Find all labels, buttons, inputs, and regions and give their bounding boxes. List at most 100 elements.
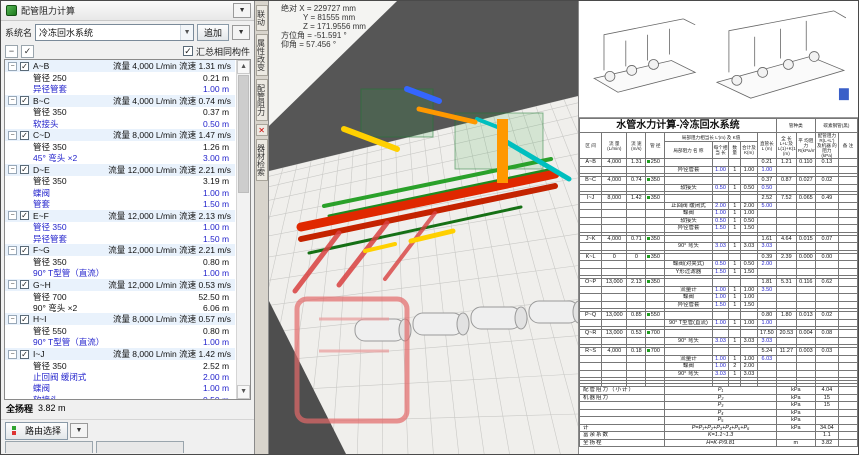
- fitting-name: Y形过滤器: [665, 268, 712, 276]
- system-select[interactable]: 冷冻回水系统 ▼: [35, 24, 194, 41]
- segment-checkbox[interactable]: ✓: [20, 350, 29, 359]
- segment-component-row[interactable]: 45° 弯头 ×23.00 m: [5, 152, 235, 163]
- collapse-icon[interactable]: −: [8, 165, 17, 174]
- collapse-icon[interactable]: −: [8, 246, 17, 255]
- summary-value: 34.04: [815, 424, 838, 432]
- segment-component-row[interactable]: 管径 3503.19 m: [5, 176, 235, 187]
- fittings-total: [757, 301, 776, 309]
- scroll-up-icon[interactable]: ▲: [237, 60, 250, 74]
- scrollbar-thumb[interactable]: [238, 75, 249, 193]
- table-cell: [838, 363, 857, 371]
- fitting-name: 蝶阀: [665, 210, 712, 218]
- segment-checkbox[interactable]: ✓: [20, 96, 29, 105]
- table-cell: [602, 301, 627, 309]
- chevron-down-icon[interactable]: ▼: [180, 25, 193, 40]
- table-cell: [776, 202, 796, 210]
- segment-checkbox[interactable]: ✓: [20, 315, 29, 324]
- segment-header[interactable]: −✓I~J流量 8,000 L/min 流速 1.42 m/s: [5, 348, 235, 360]
- component-label: 管径 350: [33, 256, 67, 268]
- list-scrollbar[interactable]: ▲ ▼: [236, 60, 250, 399]
- segment-component-row[interactable]: 蝶阀1.00 m: [5, 383, 235, 394]
- fitting-qty: 1: [729, 217, 741, 225]
- segment-component-row[interactable]: 管径 70052.50 m: [5, 291, 235, 302]
- segment-header[interactable]: −✓H~I流量 8,000 L/min 流速 0.57 m/s: [5, 313, 235, 325]
- segment-component-row[interactable]: 蝶阀1.00 m: [5, 187, 235, 198]
- segment-checkbox[interactable]: ✓: [20, 211, 29, 220]
- fitting-unit-length: 0.50: [712, 261, 729, 269]
- segment-component-row[interactable]: 管径 3502.52 m: [5, 360, 235, 371]
- segment-component-row[interactable]: 异径管套1.50 m: [5, 233, 235, 244]
- table-cell: [815, 166, 838, 174]
- side-tab-1[interactable]: 联动: [256, 5, 268, 31]
- table-cell: [665, 235, 712, 243]
- collapse-icon[interactable]: −: [8, 280, 17, 289]
- segment-header[interactable]: −✓A~B流量 4,000 L/min 流速 1.31 m/s: [5, 60, 235, 72]
- cell-speed: 0.53: [627, 330, 646, 338]
- segment-component-row[interactable]: 管径 2500.21 m: [5, 72, 235, 83]
- clipped-button[interactable]: [96, 441, 184, 453]
- table-cell: [741, 159, 758, 167]
- segment-header[interactable]: −✓G~H流量 12,000 L/min 流速 0.53 m/s: [5, 279, 235, 291]
- segment-list[interactable]: −✓A~B流量 4,000 L/min 流速 1.31 m/s管径 2500.2…: [4, 59, 251, 400]
- segment-checkbox[interactable]: ✓: [20, 246, 29, 255]
- segment-component-row[interactable]: 管径 3500.37 m: [5, 107, 235, 118]
- 3d-view[interactable]: 绝对 X = 229727 mm Y = 81555 mm Z = 171.95…: [269, 1, 578, 454]
- summary-value: 3.82: [815, 439, 838, 447]
- add-button[interactable]: 追加: [197, 24, 229, 41]
- add-dropdown-button[interactable]: ▼: [232, 25, 250, 40]
- panel-menu-button[interactable]: ▼: [233, 3, 251, 18]
- table-cell: [602, 319, 627, 327]
- segment-component-row[interactable]: 软接头0.50 m: [5, 394, 235, 400]
- check-all-button[interactable]: ✓: [21, 45, 34, 58]
- total-head-value: 3.82 m: [38, 403, 66, 413]
- side-tab-4[interactable]: 器材检索: [256, 139, 268, 181]
- table-cell: [776, 337, 796, 345]
- segment-checkbox[interactable]: ✓: [20, 62, 29, 71]
- segment-component-row[interactable]: 管套1.50 m: [5, 198, 235, 209]
- side-tab-3[interactable]: 配管阻力: [256, 79, 268, 121]
- collapse-icon[interactable]: −: [8, 350, 17, 359]
- segment-header[interactable]: −✓B~C流量 4,000 L/min 流速 0.74 m/s: [5, 95, 235, 107]
- route-select-button[interactable]: 路由选择: [5, 422, 68, 440]
- segment-component-row[interactable]: 管径 3501.00 m: [5, 222, 235, 233]
- summarize-checkbox[interactable]: ✓: [183, 46, 193, 56]
- collapse-icon[interactable]: −: [8, 62, 17, 71]
- segment-component-row[interactable]: 止回阀 缓闭式2.00 m: [5, 371, 235, 382]
- cell-dia: 250: [646, 159, 665, 167]
- segment-component-row[interactable]: 异径管套1.00 m: [5, 83, 235, 94]
- segment-component-row[interactable]: 软接头0.50 m: [5, 118, 235, 129]
- collapse-all-button[interactable]: −: [5, 45, 18, 58]
- segment-checkbox[interactable]: ✓: [20, 280, 29, 289]
- segment-header[interactable]: −✓F~G流量 12,000 L/min 流速 2.21 m/s: [5, 244, 235, 256]
- collapse-icon[interactable]: −: [8, 96, 17, 105]
- segment-header[interactable]: −✓D~E流量 12,000 L/min 流速 2.21 m/s: [5, 164, 235, 176]
- segment-component-row[interactable]: 管径 3501.26 m: [5, 141, 235, 152]
- segment-checkbox[interactable]: ✓: [20, 165, 29, 174]
- scroll-down-icon[interactable]: ▼: [237, 385, 250, 399]
- cell-speed: 1.42: [627, 195, 646, 203]
- fittings-total: 5.00: [757, 202, 776, 210]
- cell-dia: 350: [646, 253, 665, 261]
- segment-component-row[interactable]: 90° T型管（直流）1.00 m: [5, 268, 235, 279]
- summary-formula: P=P₁+P₂+P₃+P₄+P₅+P₆: [665, 424, 777, 432]
- collapse-icon[interactable]: −: [8, 315, 17, 324]
- segment-component-row[interactable]: 管径 3500.80 m: [5, 256, 235, 267]
- collapse-icon[interactable]: −: [8, 131, 17, 140]
- clipped-button[interactable]: [5, 441, 93, 453]
- segment-checkbox[interactable]: ✓: [20, 131, 29, 140]
- collapse-icon[interactable]: −: [8, 211, 17, 220]
- close-icon[interactable]: ✕: [256, 124, 268, 136]
- segment-header[interactable]: −✓C~D流量 8,000 L/min 流速 1.47 m/s: [5, 129, 235, 141]
- segment-component-row[interactable]: 管径 5500.80 m: [5, 325, 235, 336]
- segment-component-row[interactable]: 90° T型管（直流）1.00 m: [5, 337, 235, 348]
- fitting-total: 2.00: [741, 363, 758, 371]
- side-tab-2[interactable]: 属性改变: [256, 34, 268, 76]
- component-label: 止回阀 缓闭式: [33, 371, 86, 383]
- segment-component-row[interactable]: 90° 弯头 ×26.06 m: [5, 302, 235, 313]
- route-dropdown-button[interactable]: ▼: [70, 423, 88, 438]
- header-dp: 配管阻力 R(L+L') 及机器 的阻力 (kPa): [815, 133, 838, 159]
- segment-header[interactable]: −✓E~F流量 12,000 L/min 流速 2.13 m/s: [5, 210, 235, 222]
- table-cell: [602, 166, 627, 174]
- header-straight: 直管长 L (m): [757, 133, 776, 159]
- segment-name: B~C: [33, 96, 73, 106]
